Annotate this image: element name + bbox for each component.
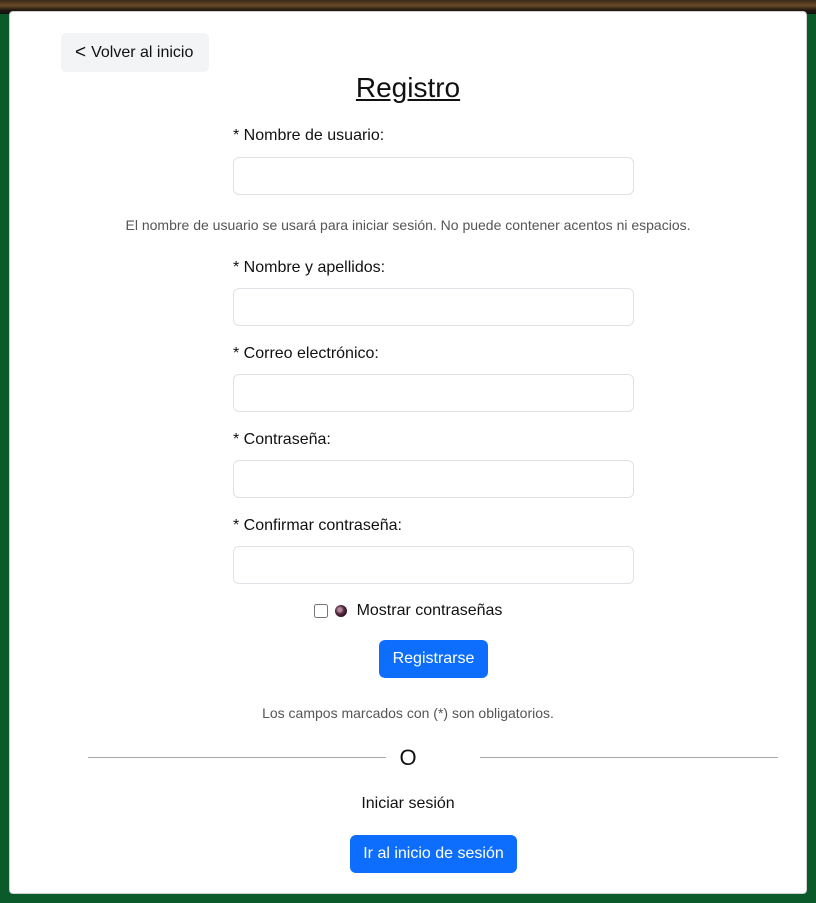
eye-icon — [334, 605, 347, 617]
email-label: * Correo electrónico: — [233, 345, 379, 362]
password-input[interactable] — [233, 460, 634, 498]
fullname-input[interactable] — [233, 288, 634, 326]
registration-card: < Volver al inicio Registro * Nombre de … — [9, 11, 807, 894]
password-label: * Contraseña: — [233, 431, 331, 448]
confirm-password-input[interactable] — [233, 546, 634, 584]
email-input[interactable] — [233, 374, 634, 412]
divider-or-text: O — [399, 745, 417, 770]
show-passwords-toggle[interactable]: Mostrar contraseñas — [10, 602, 806, 620]
fullname-label: * Nombre y apellidos: — [233, 259, 386, 276]
divider-line-right — [480, 757, 778, 758]
chevron-left-icon: < — [75, 42, 87, 63]
show-passwords-label: Mostrar contraseñas — [356, 602, 503, 619]
go-to-login-button[interactable]: Ir al inicio de sesión — [350, 835, 517, 873]
username-label: * Nombre de usuario: — [233, 127, 385, 144]
page-title: Registro — [355, 72, 461, 103]
back-button-label: Volver al inicio — [91, 43, 194, 61]
confirm-password-label: * Confirmar contraseña: — [233, 517, 402, 534]
login-section-heading: Iniciar sesión — [361, 795, 455, 812]
show-passwords-checkbox[interactable] — [313, 604, 328, 618]
back-to-home-button[interactable]: < Volver al inicio — [61, 33, 209, 72]
required-fields-note: Los campos marcados con (*) son obligato… — [262, 705, 554, 721]
username-help-text: El nombre de usuario se usará para inici… — [125, 217, 691, 233]
username-input[interactable] — [233, 157, 634, 195]
register-button[interactable]: Registrarse — [379, 640, 488, 678]
